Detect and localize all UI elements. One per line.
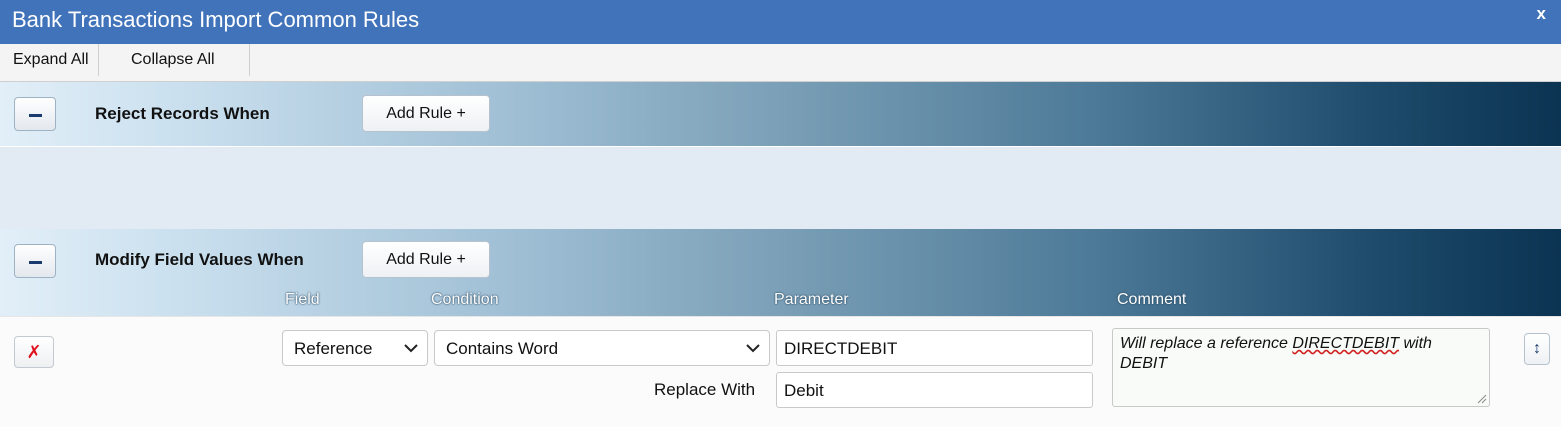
reorder-handle-icon[interactable]: ↕ xyxy=(1524,333,1550,365)
column-header-comment: Comment xyxy=(1117,291,1187,308)
chevron-down-icon xyxy=(404,344,418,353)
add-rule-button[interactable]: Add Rule + xyxy=(362,95,490,132)
comment-textarea[interactable]: Will replace a reference DIRECTDEBIT wit… xyxy=(1112,328,1490,407)
column-header-parameter: Parameter xyxy=(774,291,849,308)
field-select[interactable]: Reference xyxy=(282,330,428,366)
minus-icon xyxy=(29,261,42,264)
replace-with-input[interactable]: Debit xyxy=(776,372,1093,408)
delete-rule-button[interactable]: ✗ xyxy=(14,336,54,368)
collapse-section-button[interactable] xyxy=(14,244,56,278)
toolbar: Expand All Collapse All xyxy=(0,44,1561,82)
close-icon[interactable]: x xyxy=(1537,4,1546,24)
field-select-value: Reference xyxy=(294,339,373,358)
condition-select[interactable]: Contains Word xyxy=(434,330,770,366)
section-reject-records: Reject Records When Add Rule + xyxy=(0,82,1561,146)
condition-select-value: Contains Word xyxy=(446,339,559,358)
dialog-title: Bank Transactions Import Common Rules xyxy=(12,7,420,32)
comment-text: Will replace a reference xyxy=(1120,335,1293,352)
reject-rules-empty-area xyxy=(0,147,1561,229)
replace-with-label: Replace With xyxy=(654,380,756,399)
chevron-down-icon xyxy=(746,344,760,353)
collapse-all-button[interactable]: Collapse All xyxy=(122,44,250,76)
section-title: Modify Field Values When xyxy=(95,250,304,269)
dialog-title-bar: Bank Transactions Import Common Rules x xyxy=(0,0,1561,44)
resize-grip-icon[interactable] xyxy=(1477,394,1487,404)
collapse-section-button[interactable] xyxy=(14,97,56,131)
parameter-input[interactable]: DIRECTDEBIT xyxy=(776,330,1093,366)
column-header-field: Field xyxy=(285,291,320,308)
section-title: Reject Records When xyxy=(95,104,270,123)
column-header-condition: Condition xyxy=(431,291,499,308)
minus-icon xyxy=(29,114,42,117)
expand-all-button[interactable]: Expand All xyxy=(4,44,99,76)
add-rule-button[interactable]: Add Rule + xyxy=(362,241,490,278)
comment-text-misspelled: DIRECTDEBIT xyxy=(1292,335,1400,352)
